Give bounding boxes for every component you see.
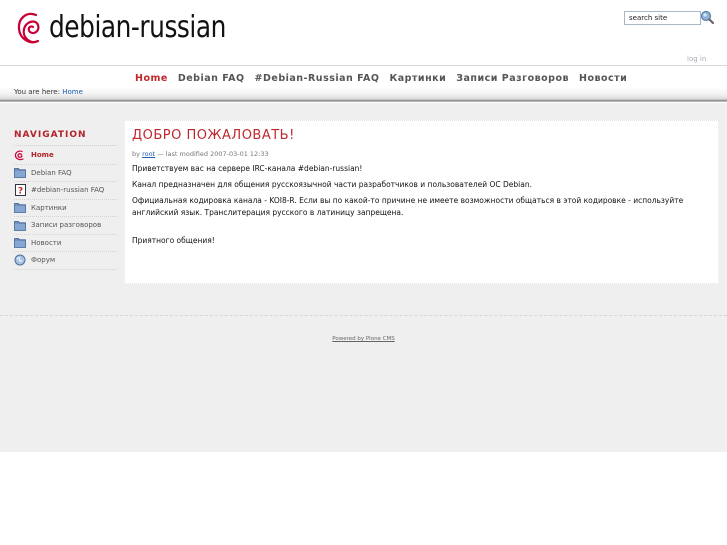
document-title: ДОБРО ПОЖАЛОВАТЬ! [132, 128, 295, 143]
forum-globe-icon [14, 254, 26, 266]
site-header: debian-russian log in [0, 0, 727, 66]
debian-swirl-icon [17, 12, 40, 44]
byline-modified: — last modified 2007-03-01 12:33 [157, 150, 269, 158]
logo-text: debian-russian [49, 9, 226, 45]
powered-by-plone-link[interactable]: Powered by Plone CMS [332, 336, 395, 342]
breadcrumb-prefix: You are here: [14, 88, 60, 96]
folder-icon [14, 219, 26, 231]
sidebar-item-label: Картинки [31, 203, 67, 212]
author-link[interactable]: root [142, 150, 155, 158]
sidebar-item-debian-faq[interactable]: Debian FAQ [14, 165, 117, 182]
sidebar-item-forum[interactable]: Форум [14, 252, 117, 270]
colophon: Powered by Plone CMS [0, 336, 727, 342]
document-byline: by root — last modified 2007-03-01 12:33 [132, 150, 269, 158]
svg-text:?: ? [17, 187, 22, 197]
sidebar-item-debian-russian-faq[interactable]: ? #debian-russian FAQ [14, 182, 117, 200]
help-document-icon: ? [14, 184, 26, 197]
navigation-portlet: NAVIGATION Home Debian FAQ ? #debian-rus… [14, 130, 117, 270]
sidebar-item-conversation-logs[interactable]: Записи разговоров [14, 217, 117, 235]
tab-debian-faq[interactable]: Debian FAQ [178, 73, 245, 84]
breadcrumb-home-link[interactable]: Home [62, 88, 83, 96]
purpose-paragraph: Канал предназначен для общения русскоязы… [132, 180, 532, 189]
search-icon[interactable] [700, 10, 714, 24]
site-logo[interactable]: debian-russian [16, 6, 241, 48]
tab-home[interactable]: Home [135, 73, 168, 84]
closing-paragraph: Приятного общения! [132, 236, 215, 245]
sidebar-item-label: Записи разговоров [31, 221, 102, 230]
tab-conversation-logs[interactable]: Записи Разговоров [456, 73, 569, 84]
encoding-paragraph: Официальная кодировка канала - KOI8-R. Е… [132, 196, 684, 217]
debian-swirl-icon [14, 149, 26, 161]
search-input[interactable] [624, 11, 701, 25]
sidebar-item-label: #debian-russian FAQ [31, 186, 105, 195]
footer-divider [0, 315, 727, 316]
folder-icon [14, 167, 26, 179]
folder-icon [14, 202, 26, 214]
sidebar-item-pictures[interactable]: Картинки [14, 200, 117, 217]
tab-debian-russian-faq[interactable]: #Debian-Russian FAQ [255, 73, 380, 84]
page-body: NAVIGATION Home Debian FAQ ? #debian-rus… [0, 103, 727, 452]
global-tabs: Home Debian FAQ #Debian-Russian FAQ Карт… [130, 73, 632, 84]
folder-icon [14, 237, 26, 249]
sidebar-item-label: Форум [31, 256, 56, 265]
sidebar-item-label: Debian FAQ [31, 168, 72, 177]
nav-bar: Home Debian FAQ #Debian-Russian FAQ Карт… [0, 66, 727, 102]
tab-pictures[interactable]: Картинки [389, 73, 446, 84]
sidebar-item-news[interactable]: Новости [14, 235, 117, 252]
byline-prefix: by [132, 150, 140, 158]
sidebar-item-home[interactable]: Home [14, 147, 117, 165]
navigation-title: NAVIGATION [14, 130, 117, 146]
breadcrumb: You are here: Home [14, 88, 83, 96]
welcome-paragraph: Приветствуем вас на сервере IRC-канала #… [132, 164, 363, 173]
sidebar-item-label: Новости [31, 238, 62, 247]
login-link[interactable]: log in [687, 55, 706, 63]
main-content: ДОБРО ПОЖАЛОВАТЬ! by root — last modifie… [124, 120, 719, 284]
tab-news[interactable]: Новости [579, 73, 627, 84]
sidebar-item-label: Home [31, 151, 54, 160]
